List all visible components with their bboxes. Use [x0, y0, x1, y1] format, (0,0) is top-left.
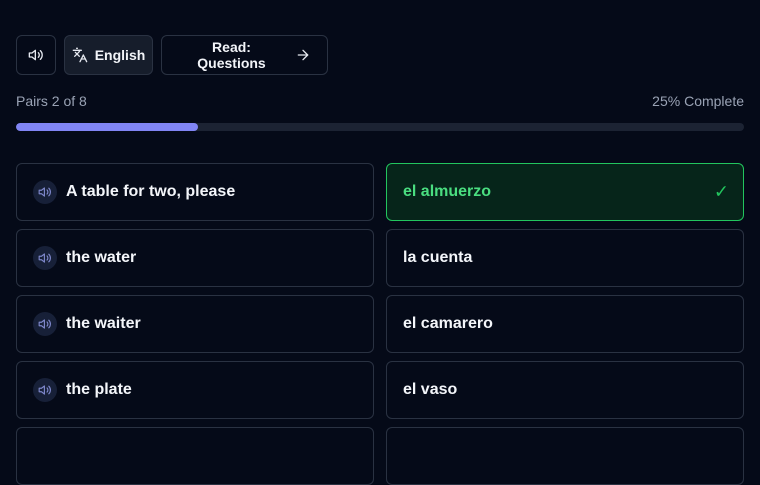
right-card[interactable]: el vaso — [386, 361, 744, 419]
left-card-label: the waiter — [66, 315, 141, 332]
read-questions-button[interactable]: Read: Questions — [161, 35, 328, 75]
right-card-label: la cuenta — [403, 249, 473, 266]
progress-fill — [16, 123, 198, 131]
right-card-label: el camarero — [403, 315, 493, 332]
toolbar: English Read: Questions — [16, 35, 328, 75]
read-label: Read: Questions — [197, 39, 266, 71]
right-card[interactable] — [386, 427, 744, 485]
left-card-label: the water — [66, 249, 137, 266]
pairs-count: Pairs 2 of 8 — [16, 93, 87, 109]
left-card-label: A table for two, please — [66, 183, 236, 200]
language-button[interactable]: English — [64, 35, 153, 75]
audio-button[interactable] — [16, 35, 56, 75]
speaker-icon[interactable] — [33, 246, 57, 270]
speaker-icon[interactable] — [33, 180, 57, 204]
left-card[interactable]: A table for two, please — [16, 163, 374, 221]
speaker-icon — [28, 47, 44, 63]
left-card[interactable]: the plate — [16, 361, 374, 419]
right-card-label: el vaso — [403, 381, 458, 398]
language-label: English — [94, 47, 146, 63]
left-card[interactable] — [16, 427, 374, 485]
speaker-icon[interactable] — [33, 378, 57, 402]
left-card[interactable]: the waiter — [16, 295, 374, 353]
left-card-label: the plate — [66, 381, 132, 398]
arrow-right-icon — [295, 47, 311, 63]
right-card[interactable]: el camarero — [386, 295, 744, 353]
right-card-label: el almuerzo — [403, 183, 492, 200]
right-card-matched[interactable]: el almuerzo ✓ — [386, 163, 744, 221]
match-grid: A table for two, please el almuerzo ✓ th… — [16, 163, 744, 485]
translate-icon — [72, 47, 88, 63]
progress-header: Pairs 2 of 8 25% Complete — [16, 93, 744, 109]
check-icon: ✓ — [713, 181, 729, 202]
progress-bar — [16, 123, 744, 131]
percent-complete: 25% Complete — [652, 93, 744, 109]
left-card[interactable]: the water — [16, 229, 374, 287]
right-card[interactable]: la cuenta — [386, 229, 744, 287]
speaker-icon[interactable] — [33, 312, 57, 336]
